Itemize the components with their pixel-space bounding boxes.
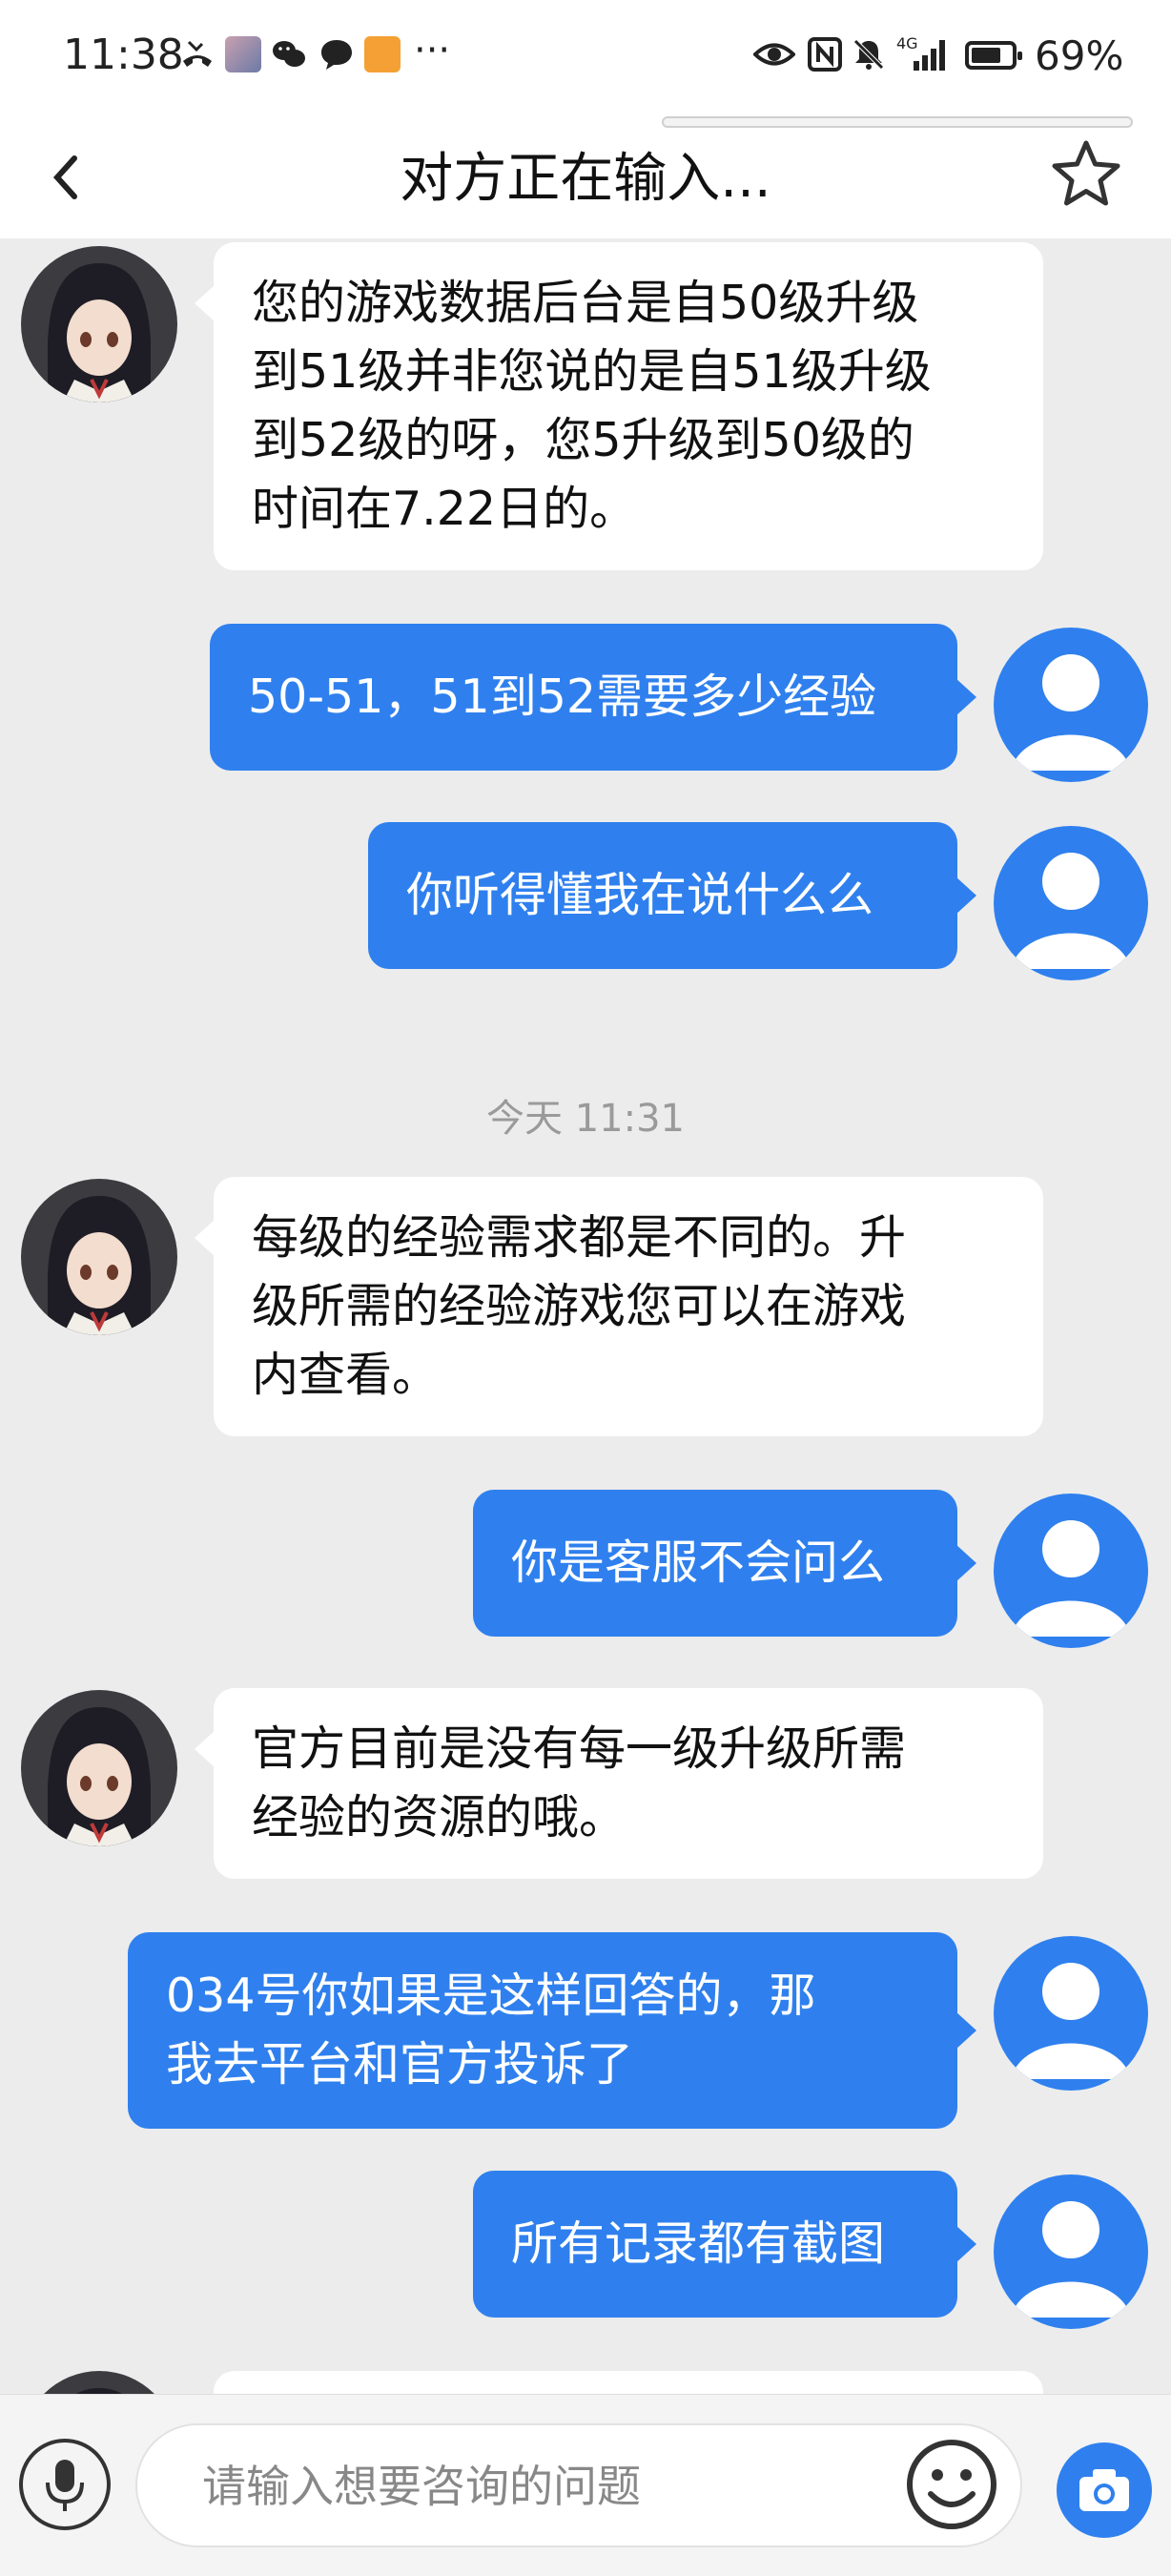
agent-message-bubble: 官方目前是没有每一级升级所需 经验的资源的哦。 [195,1688,1043,1879]
user-message-bubble: 50-51，51到52需要多少经验 [210,624,976,771]
input-bar [0,2394,1171,2576]
favorite-star-icon[interactable] [1049,137,1123,212]
nav-bar: 对方正在输入... [0,113,1171,238]
agent-avatar [21,1179,177,1335]
scroll-indicator [662,116,1133,128]
agent-message-bubble-partial [214,2371,1043,2394]
missed-call-icon [183,40,212,67]
mute-bell-icon [853,39,884,70]
signal-icon [914,40,945,71]
timestamp: 今天 11:31 [486,1097,685,1141]
agent-message-bubble: 您的游戏数据后台是自50级升级 到51级并非您说的是自51级升级 到52级的呀，… [195,242,1043,570]
status-time: 11:38 [63,31,184,79]
user-message-bubble: 034号你如果是这样回答的，那 我去平台和官方投诉了 [128,1932,976,2129]
user-avatar [994,628,1148,782]
battery-percent: 69% [1035,32,1124,79]
emoji-icon[interactable] [904,2437,999,2532]
user-avatar [994,1494,1148,1648]
agent-avatar [21,2371,177,2394]
wechat-icon [273,41,305,67]
eye-icon [753,43,795,66]
camera-button[interactable] [1057,2442,1152,2538]
app-notification-icon-2 [364,36,401,72]
nfc-icon [808,37,842,72]
agent-message-bubble: 每级的经验需求都是不同的。升 级所需的经验游戏您可以在游戏 内查看。 [195,1177,1043,1436]
user-avatar [994,2174,1148,2329]
user-message-bubble: 你听得懂我在说什么么 [368,822,976,969]
agent-avatar [21,246,177,402]
user-avatar [994,826,1148,980]
user-message-bubble: 你是客服不会问么 [473,1490,976,1637]
message-input-container [135,2423,1022,2547]
battery-icon [965,41,1022,70]
app-notification-icon [225,36,261,72]
status-bar: 11:38 ··· 4G 69% [0,0,1171,113]
agent-avatar [21,1690,177,1846]
message-icon [321,40,352,70]
more-notifications-icon: ··· [414,29,451,72]
camera-icon [1079,2469,1129,2511]
user-avatar [994,1936,1148,2091]
user-message-bubble: 所有记录都有截图 [473,2171,976,2318]
page-title: 对方正在输入... [400,148,771,210]
voice-button[interactable] [19,2439,111,2530]
chat-area[interactable]: 您的游戏数据后台是自50级升级 到51级并非您说的是自51级升级 到52级的呀，… [0,238,1171,2394]
message-input[interactable] [200,2425,872,2547]
